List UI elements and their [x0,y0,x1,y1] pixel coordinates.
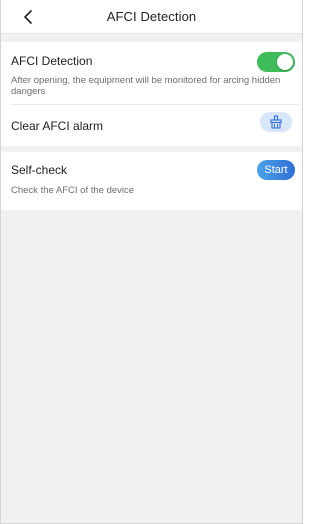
clear-alarm-label: Clear AFCI alarm [11,119,104,133]
divider [11,104,302,105]
self-check-description: Check the AFCI of the device [11,185,135,196]
self-check-card: Self-check Start Check the AFCI of the d… [1,152,302,210]
nav-bar: AFCI Detection [1,0,302,34]
clear-broom-icon [270,115,282,129]
back-button[interactable] [19,8,37,26]
afci-detection-label: AFCI Detection [11,54,93,68]
afci-detection-toggle[interactable] [257,52,295,72]
self-check-label: Self-check [11,163,68,177]
afci-detection-description: After opening, the equipment will be mon… [11,75,281,97]
afci-settings-card: AFCI Detection After opening, the equipm… [1,42,302,146]
page-title: AFCI Detection [106,9,197,24]
start-self-check-button[interactable]: Start [257,160,295,180]
chevron-left-icon [24,10,32,24]
app-screen: AFCI Detection AFCI Detection After open… [0,0,303,524]
toggle-knob [277,54,293,70]
clear-alarm-button[interactable] [260,112,292,132]
